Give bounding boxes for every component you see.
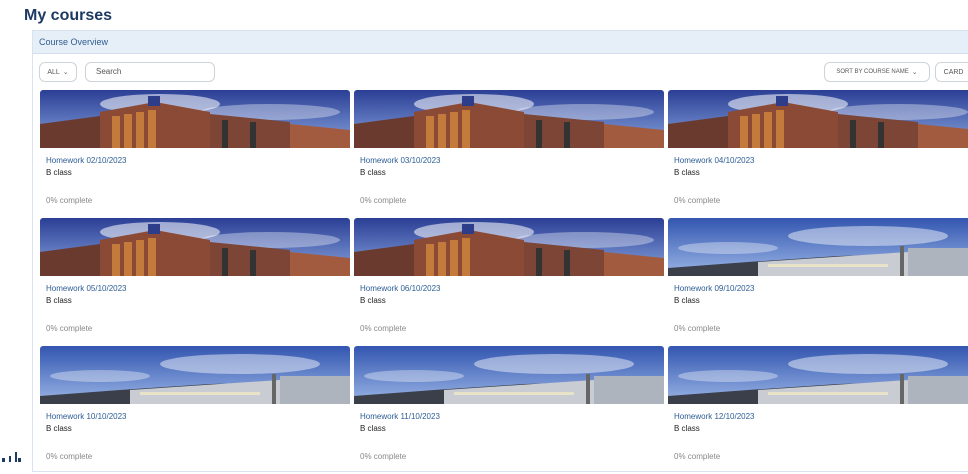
course-progress-text: 0% complete [674,324,721,333]
course-progress-text: 0% complete [674,452,721,461]
course-title-link[interactable]: Homework 04/10/2023 [674,156,755,165]
filter-label: ALL [47,68,60,76]
course-image[interactable] [668,346,968,404]
course-card[interactable]: Homework 05/10/2023 B class 0% complete [40,218,350,346]
course-image[interactable] [668,90,968,148]
course-image[interactable] [354,90,664,148]
course-image[interactable] [354,346,664,404]
course-title-link[interactable]: Homework 11/10/2023 [360,412,440,421]
course-class-label: B class [674,424,700,433]
course-card[interactable]: Homework 02/10/2023 B class 0% complete [40,90,350,218]
course-progress-text: 0% complete [674,196,721,205]
course-title-link[interactable]: Homework 09/10/2023 [674,284,755,293]
course-progress-text: 0% complete [46,196,93,205]
course-card[interactable]: Homework 04/10/2023 B class 0% complete [668,90,968,218]
course-title-link[interactable]: Homework 12/10/2023 [674,412,755,421]
course-overview-panel: Course Overview ALL ⌄ Search SORT BY COU… [32,30,968,472]
logo-fragment [2,452,21,462]
search-input[interactable]: Search [85,62,215,82]
course-card[interactable]: Homework 12/10/2023 B class 0% complete [668,346,968,474]
view-dropdown[interactable]: CARD ⌄ [935,62,968,82]
controls-bar: ALL ⌄ Search SORT BY COURSE NAME ⌄ CARD … [39,62,968,84]
course-image[interactable] [40,218,350,276]
chevron-down-icon: ⌄ [911,69,918,76]
course-class-label: B class [674,296,700,305]
course-image[interactable] [668,218,968,276]
course-class-label: B class [46,424,72,433]
course-card[interactable]: Homework 09/10/2023 B class 0% complete [668,218,968,346]
course-title-link[interactable]: Homework 02/10/2023 [46,156,127,165]
course-title-link[interactable]: Homework 10/10/2023 [46,412,127,421]
course-image[interactable] [354,218,664,276]
course-image[interactable] [40,90,350,148]
course-title-link[interactable]: Homework 03/10/2023 [360,156,441,165]
course-class-label: B class [360,168,386,177]
panel-header: Course Overview [33,31,968,54]
course-progress-text: 0% complete [360,324,407,333]
chevron-down-icon: ⌄ [62,69,69,76]
course-class-label: B class [360,424,386,433]
course-progress-text: 0% complete [46,324,93,333]
course-class-label: B class [674,168,700,177]
course-progress-text: 0% complete [360,452,407,461]
course-progress-text: 0% complete [46,452,93,461]
sort-label: SORT BY COURSE NAME [836,69,909,75]
course-card[interactable]: Homework 11/10/2023 B class 0% complete [354,346,664,474]
course-title-link[interactable]: Homework 05/10/2023 [46,284,127,293]
course-card[interactable]: Homework 06/10/2023 B class 0% complete [354,218,664,346]
course-card[interactable]: Homework 10/10/2023 B class 0% complete [40,346,350,474]
filter-dropdown[interactable]: ALL ⌄ [39,62,77,82]
course-class-label: B class [360,296,386,305]
course-image[interactable] [40,346,350,404]
view-label: CARD [943,68,964,76]
sort-dropdown[interactable]: SORT BY COURSE NAME ⌄ [824,62,930,82]
course-class-label: B class [46,296,72,305]
course-title-link[interactable]: Homework 06/10/2023 [360,284,441,293]
page-title: My courses [24,7,113,24]
course-class-label: B class [46,168,72,177]
course-card[interactable]: Homework 03/10/2023 B class 0% complete [354,90,664,218]
course-progress-text: 0% complete [360,196,407,205]
